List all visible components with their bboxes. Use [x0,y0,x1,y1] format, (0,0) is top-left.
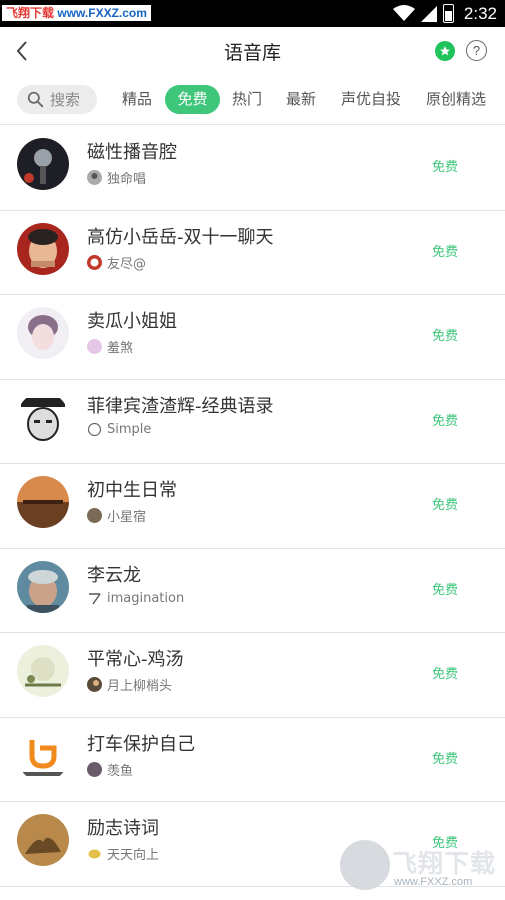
back-button[interactable] [10,37,34,65]
item-title: 平常心-鸡汤 [87,649,184,670]
watermark-brand: 飞翔下载 [392,849,497,878]
search-button[interactable]: 搜索 [17,85,97,114]
avatar [17,222,69,275]
avatar [17,814,69,866]
author-avatar [87,339,102,354]
item-author: 独命唱 [87,168,146,187]
price-label: 免费 [432,751,459,767]
watermark-bottom: 飞翔下载 www.FXXZ.com [336,838,500,894]
author-avatar [87,422,102,437]
watermark-top: 飞翔下载 www.FXXZ.com [2,5,151,21]
battery-icon [442,4,454,23]
author-avatar [87,677,102,692]
price-label: 免费 [432,244,459,260]
item-title: 励志诗词 [87,818,159,839]
item-author: 天天向上 [87,844,159,863]
watermark-logo [340,840,390,890]
price-label: 免费 [432,413,459,429]
avatar [17,560,69,613]
price-label: 免费 [432,498,459,513]
item-title: 高仿小岳岳-双十一聊天 [87,226,274,248]
item-author: 友尽@ [87,253,146,272]
filter-tabs: 搜索 精品 免费 热门 最新 声优自投 原创精选 [0,75,505,125]
item-author: 羞煞 [87,337,133,356]
app-header: 语音库 ? [0,27,505,75]
wifi-icon [392,5,415,21]
tab-original-picks[interactable]: 原创精选 [419,85,493,114]
item-title: 卖瓜小姐姐 [87,311,177,332]
watermark-url: www.FXXZ.com [57,6,147,20]
question-icon: ? [472,43,481,58]
search-icon [27,91,44,108]
item-title: 打车保护自己 [87,733,195,755]
signal-icon [420,5,437,22]
list-item[interactable]: 卖瓜小姐姐 羞煞 免费 [0,295,505,380]
avatar [17,307,69,359]
status-time: 2:32 [463,3,497,23]
avatar [17,729,69,782]
watermark-brand: 飞翔下载 [6,6,55,20]
list-item[interactable]: 平常心-鸡汤 月上柳梢头 免费 [0,633,505,718]
avatar [17,391,69,444]
author-name: imagination [107,590,185,606]
avatar [17,645,69,697]
voice-pack-list: 磁性播音腔 独命唱 免费 高仿小岳岳-双十一聊天 友尽@ 免费 卖瓜小姐姐 羞煞… [0,126,505,887]
list-item[interactable]: 高仿小岳岳-双十一聊天 友尽@ 免费 [0,211,505,295]
author-name: 羡鱼 [107,763,134,779]
price-label: 免费 [432,329,459,344]
author-name: 月上柳梢头 [107,679,173,694]
tab-voice-actor-submissions[interactable]: 声优自投 [334,85,408,114]
author-avatar [87,846,102,861]
avatar [17,138,69,190]
list-item[interactable]: 李云龙 imagination 免费 [0,549,505,633]
item-author: Simple [87,422,151,437]
list-item[interactable]: 磁性播音腔 独命唱 免费 [0,126,505,211]
star-icon [440,46,450,56]
price-label: 免费 [432,582,459,598]
item-title: 菲律宾渣渣辉-经典语录 [87,395,274,417]
item-author: 羡鱼 [87,760,133,779]
tab-free[interactable]: 免费 [165,85,220,114]
list-item[interactable]: 打车保护自己 羡鱼 免费 [0,718,505,802]
price-label: 免费 [432,667,459,682]
page-title: 语音库 [223,41,281,64]
author-avatar [87,508,102,523]
author-name: Simple [107,421,152,437]
author-avatar [87,761,102,777]
item-author: 小星宿 [87,506,146,525]
price-label: 免费 [432,160,459,175]
author-name: 羞煞 [107,341,134,356]
list-item[interactable]: 菲律宾渣渣辉-经典语录 Simple 免费 [0,380,505,464]
author-avatar [87,170,102,185]
chevron-left-icon [16,41,27,61]
help-button[interactable]: ? [466,40,487,61]
favorites-button[interactable] [435,41,455,61]
avatar [17,476,69,528]
author-avatar [87,591,102,606]
item-author: 月上柳梢头 [87,675,172,694]
tab-featured[interactable]: 精品 [112,85,162,114]
author-name: 独命唱 [107,172,147,187]
item-title: 磁性播音腔 [87,142,177,163]
author-name: 友尽@ [107,256,147,272]
search-label: 搜索 [50,91,81,109]
status-bar: 飞翔下载 www.FXXZ.com 2:32 [0,0,505,27]
item-title: 李云龙 [87,564,141,586]
list-item[interactable]: 初中生日常 小星宿 免费 [0,464,505,549]
item-title: 初中生日常 [87,480,177,501]
item-author: imagination [87,591,184,606]
tab-newest[interactable]: 最新 [276,85,326,114]
tab-hot[interactable]: 热门 [222,85,272,114]
author-name: 小星宿 [107,510,147,525]
watermark-url: www.FXXZ.com [394,876,473,888]
author-avatar [87,254,102,270]
author-name: 天天向上 [107,848,160,863]
